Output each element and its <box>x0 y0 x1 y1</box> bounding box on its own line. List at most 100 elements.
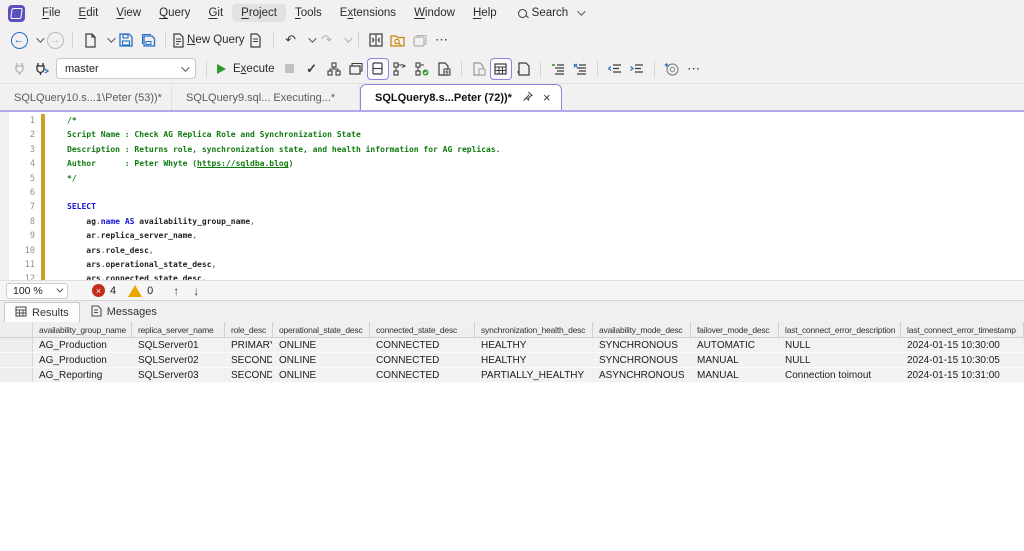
results-tab-messages[interactable]: Messages <box>80 302 167 322</box>
grid-cell[interactable]: HEALTHY <box>475 338 593 352</box>
next-error-button[interactable]: ↓ <box>193 284 199 298</box>
grid-cell[interactable]: ONLINE <box>273 338 370 352</box>
menu-item-extensions[interactable]: Extensions <box>331 4 405 22</box>
split-results-toggle[interactable] <box>367 58 389 80</box>
grid-cell[interactable]: AUTOMATIC <box>691 338 779 352</box>
toolbar-overflow-button[interactable]: ⋯ <box>431 29 453 51</box>
menu-item-query[interactable]: Query <box>150 4 199 22</box>
execute-button[interactable]: Execute <box>213 58 279 80</box>
grid-corner[interactable] <box>0 322 33 338</box>
window-layout-button[interactable] <box>409 29 431 51</box>
query-toolbar-overflow-button[interactable]: ⋯ <box>683 58 705 80</box>
grid-column-header[interactable]: failover_mode_desc <box>691 322 779 338</box>
navigate-forward-button[interactable]: → <box>44 29 66 51</box>
warning-icon[interactable] <box>128 285 142 297</box>
grid-column-header[interactable]: last_connect_error_timestamp <box>901 322 1024 338</box>
results-tab-results[interactable]: Results <box>4 302 80 322</box>
grid-cell[interactable]: MANUAL <box>691 368 779 382</box>
find-in-files-button[interactable] <box>387 29 409 51</box>
grid-cell[interactable]: SECONDARY <box>225 353 273 367</box>
results-to-text-button[interactable] <box>512 58 534 80</box>
row-selector[interactable] <box>0 338 33 352</box>
new-query-button[interactable]: New Query <box>172 29 245 51</box>
grid-column-header[interactable]: availability_mode_desc <box>593 322 691 338</box>
grid-cell[interactable]: AG_Production <box>33 353 132 367</box>
open-query-button[interactable] <box>245 29 267 51</box>
grid-cell[interactable]: HEALTHY <box>475 353 593 367</box>
grid-cell[interactable]: 2024-01-15 10:30:05 <box>901 353 1024 367</box>
uncomment-lines-button[interactable] <box>569 58 591 80</box>
zoom-level-dropdown[interactable]: 100 % <box>6 283 68 299</box>
grid-cell[interactable]: Connection toimout <box>779 368 901 382</box>
grid-cell[interactable]: SQLServer01 <box>132 338 225 352</box>
menu-item-file[interactable]: File <box>33 4 70 22</box>
live-query-stats-button[interactable] <box>433 58 455 80</box>
editor-tab-3[interactable]: SQLQuery8.s...Peter (72))*× <box>360 84 562 110</box>
navigate-back-dropdown[interactable] <box>30 29 44 51</box>
grid-cell[interactable]: SQLServer03 <box>132 368 225 382</box>
actual-plan-toggle[interactable] <box>411 58 433 80</box>
disconnect-icon[interactable] <box>8 58 30 80</box>
results-to-file-button[interactable] <box>468 58 490 80</box>
code-editor[interactable]: 1/*2Script Name : Check AG Replica Role … <box>0 112 1024 280</box>
grid-cell[interactable]: PARTIALLY_HEALTHY <box>475 368 593 382</box>
save-button[interactable] <box>115 29 137 51</box>
menu-item-window[interactable]: Window <box>405 4 464 22</box>
redo-button[interactable]: ↷ <box>316 29 338 51</box>
grid-cell[interactable]: CONNECTED <box>370 353 475 367</box>
grid-cell[interactable]: SYNCHRONOUS <box>593 338 691 352</box>
grid-cell[interactable]: CONNECTED <box>370 368 475 382</box>
previous-error-button[interactable]: ↑ <box>173 284 179 298</box>
grid-cell[interactable]: 2024-01-15 10:30:00 <box>901 338 1024 352</box>
open-file-button[interactable] <box>79 29 101 51</box>
grid-cell[interactable]: SQLServer02 <box>132 353 225 367</box>
results-to-grid-toggle[interactable] <box>490 58 512 80</box>
row-selector[interactable] <box>0 368 33 382</box>
undo-dropdown[interactable] <box>302 29 316 51</box>
grid-cell[interactable]: SECONDARY <box>225 368 273 382</box>
grid-cell[interactable]: NULL <box>779 338 901 352</box>
pin-tab-icon[interactable] <box>522 91 533 105</box>
menu-item-view[interactable]: View <box>107 4 150 22</box>
cancel-query-button[interactable] <box>279 58 301 80</box>
menu-item-help[interactable]: Help <box>464 4 506 22</box>
grid-cell[interactable]: SYNCHRONOUS <box>593 353 691 367</box>
database-dropdown[interactable]: master <box>56 58 196 79</box>
save-all-button[interactable] <box>137 29 159 51</box>
specify-values-button[interactable] <box>323 58 345 80</box>
comment-lines-button[interactable] <box>547 58 569 80</box>
menu-item-edit[interactable]: Edit <box>70 4 108 22</box>
grid-column-header[interactable]: synchronization_health_desc <box>475 322 593 338</box>
grid-column-header[interactable]: replica_server_name <box>132 322 225 338</box>
grid-column-header[interactable]: availability_group_name <box>33 322 132 338</box>
redo-dropdown[interactable] <box>338 29 352 51</box>
copilot-button[interactable] <box>661 58 683 80</box>
editor-tab-2[interactable]: SQLQuery9.sql... Executing...* <box>172 86 360 110</box>
row-selector[interactable] <box>0 353 33 367</box>
error-icon[interactable]: × <box>92 284 105 297</box>
grid-column-header[interactable]: operational_state_desc <box>273 322 370 338</box>
grid-cell[interactable]: AG_Reporting <box>33 368 132 382</box>
editor-tab-1[interactable]: SQLQuery10.s...1\Peter (53))* <box>0 86 172 110</box>
open-file-dropdown[interactable] <box>101 29 115 51</box>
grid-cell[interactable]: 2024-01-15 10:31:00 <box>901 368 1024 382</box>
grid-cell[interactable]: ONLINE <box>273 353 370 367</box>
grid-cell[interactable]: MANUAL <box>691 353 779 367</box>
menu-item-git[interactable]: Git <box>199 4 232 22</box>
parse-query-button[interactable]: ✓ <box>301 58 323 80</box>
menu-item-project[interactable]: Project <box>232 4 286 22</box>
grid-cell[interactable]: PRIMARY <box>225 338 273 352</box>
undo-button[interactable]: ↶ <box>280 29 302 51</box>
change-connection-button[interactable] <box>30 58 52 80</box>
navigate-back-button[interactable]: ← <box>8 29 30 51</box>
increase-indent-button[interactable] <box>626 58 648 80</box>
menu-item-tools[interactable]: Tools <box>286 4 331 22</box>
grid-cell[interactable]: ASYNCHRONOUS <box>593 368 691 382</box>
grid-cell[interactable]: ONLINE <box>273 368 370 382</box>
decrease-indent-button[interactable] <box>604 58 626 80</box>
close-tab-icon[interactable]: × <box>543 90 551 105</box>
grid-column-header[interactable]: role_desc <box>225 322 273 338</box>
grid-cell[interactable]: AG_Production <box>33 338 132 352</box>
grid-cell[interactable]: CONNECTED <box>370 338 475 352</box>
query-windows-button[interactable] <box>345 58 367 80</box>
